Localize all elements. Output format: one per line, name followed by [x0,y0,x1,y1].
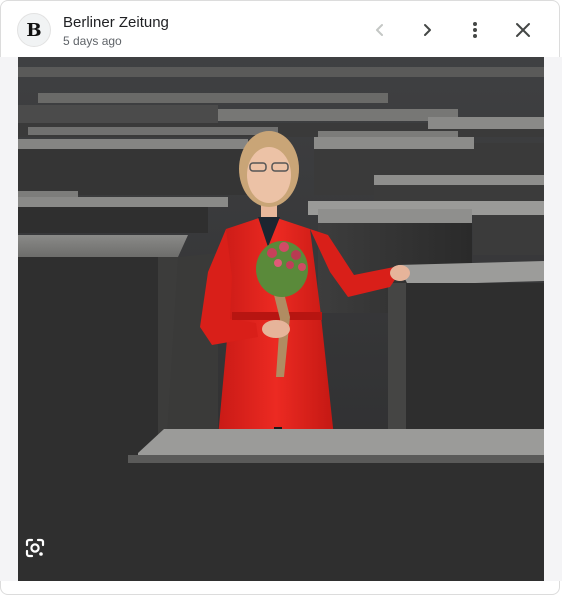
more-options-button[interactable] [459,14,491,46]
viewer-header: B Berliner Zeitung 5 days ago [0,0,562,58]
google-lens-icon [25,538,45,558]
close-button[interactable] [507,14,539,46]
photo-holocaust-memorial-woman-red-coat [18,57,544,581]
logo-glyph: B [26,20,41,41]
chevron-left-icon [376,24,383,36]
left-gutter [0,57,18,581]
more-vert-icon [473,22,477,38]
post-time: 5 days ago [63,34,122,48]
google-lens-button[interactable] [20,533,50,563]
next-button[interactable] [411,14,443,46]
berliner-zeitung-logo-icon: B [26,20,41,41]
source-name[interactable]: Berliner Zeitung [63,14,169,31]
source-logo[interactable]: B [17,13,51,47]
previous-button[interactable] [364,14,396,46]
right-gutter [544,57,562,581]
chevron-right-icon [424,24,431,36]
main-photo[interactable] [18,57,544,581]
close-icon [516,23,530,37]
